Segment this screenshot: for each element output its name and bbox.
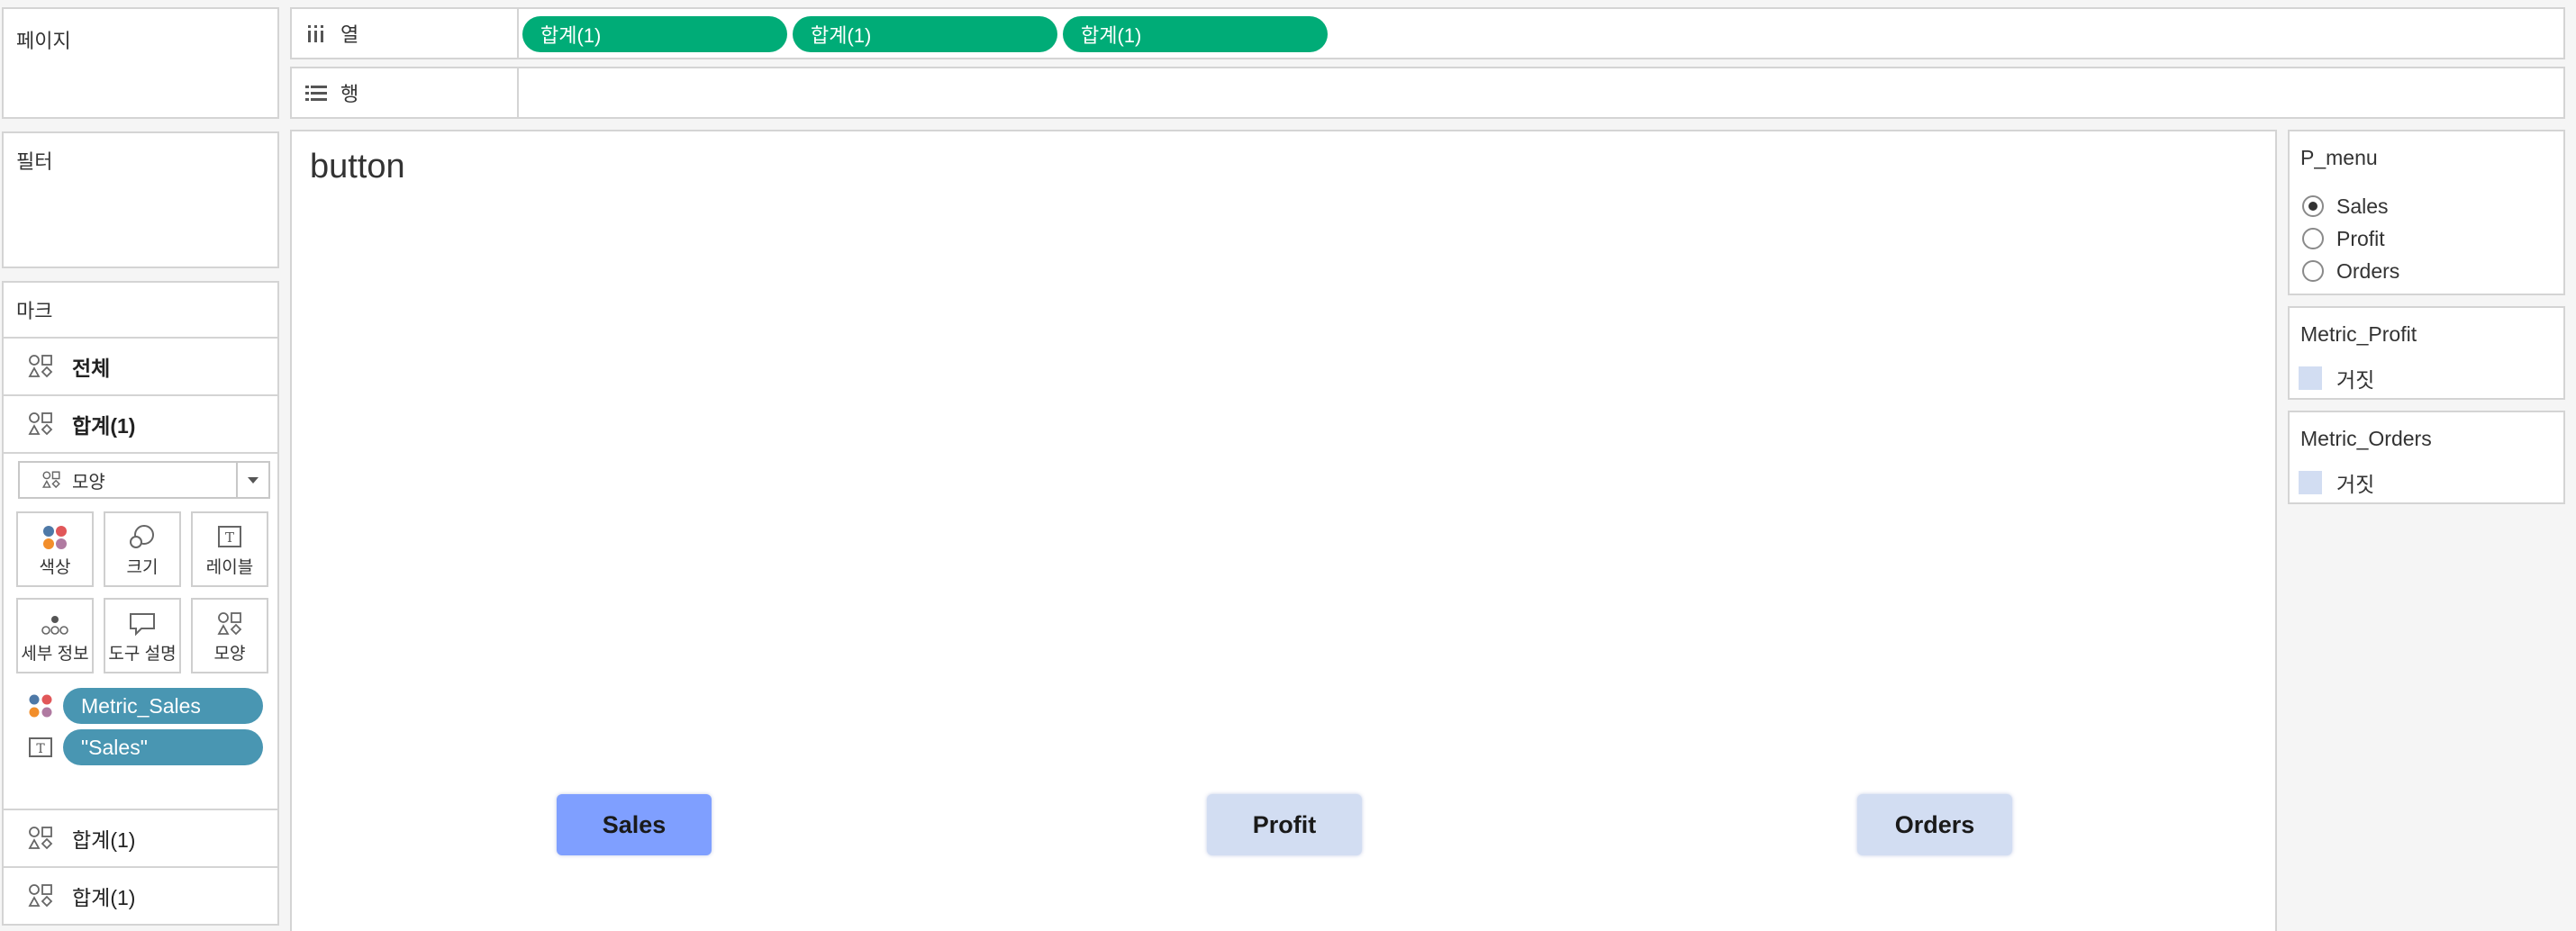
color-field-row: Metric_Sales (27, 688, 263, 724)
radio-button-selected[interactable] (2302, 195, 2324, 217)
label-field-row: T "Sales" (27, 729, 263, 765)
p-menu-title: P_menu (2300, 146, 2378, 169)
radio-button[interactable] (2302, 260, 2324, 282)
color-dots-icon (29, 694, 52, 718)
marks-row-all-label: 전체 (72, 357, 111, 380)
radio-profit-label: Profit (2336, 226, 2385, 250)
shape-mark-icon (28, 884, 53, 908)
pages-panel[interactable]: 페이지 (2, 7, 279, 119)
columns-icon (304, 23, 328, 43)
tooltip-encoding-label: 도구 설명 (108, 645, 177, 664)
marks-row-sum-1[interactable]: 합계(1) (4, 394, 277, 452)
text-label-icon: T (29, 737, 52, 757)
detail-dots-icon (41, 616, 68, 635)
metric-profit-legend[interactable]: Metric_Profit 거짓 (2288, 306, 2565, 400)
profit-button[interactable]: Profit (1207, 794, 1362, 855)
column-pill-2[interactable]: 합계(1) (793, 16, 1057, 52)
columns-label-text: 열 (340, 23, 359, 46)
size-encoding-button[interactable]: 크기 (104, 511, 181, 587)
radio-orders[interactable]: Orders (2302, 258, 2399, 285)
metric-orders-legend-item[interactable]: 거짓 (2291, 465, 2562, 501)
pages-panel-title: 페이지 (16, 30, 71, 52)
sales-text-pill[interactable]: "Sales" (63, 729, 263, 765)
radio-button[interactable] (2302, 228, 2324, 249)
marks-row-sum-1-label: 합계(1) (72, 414, 136, 438)
filters-panel[interactable]: 필터 (2, 131, 279, 268)
shape-mark-icon (28, 355, 53, 378)
shape-encoding-label: 모양 (213, 645, 246, 664)
sales-button[interactable]: Sales (557, 794, 712, 855)
view-canvas[interactable]: button Sales Profit Orders (290, 130, 2277, 931)
label-encoding-label: 레이블 (205, 558, 254, 577)
detail-encoding-label: 세부 정보 (21, 645, 89, 664)
marks-card: 마크 전체 합계(1) 모양 색상 크기 T 레이블 세부 정보 도구 설명 모… (2, 281, 279, 926)
marks-row-sum-3[interactable]: 합계(1) (4, 866, 277, 924)
marks-row-sum-3-label: 합계(1) (72, 886, 136, 909)
tooltip-icon (130, 613, 155, 637)
p-menu-parameter: P_menu Sales Profit Orders (2288, 130, 2565, 295)
color-encoding-button[interactable]: 색상 (16, 511, 94, 587)
chevron-down-icon[interactable] (236, 463, 268, 497)
color-dots-icon (43, 526, 67, 549)
rows-icon (304, 83, 328, 103)
shape-mark-icon (41, 471, 60, 489)
size-icon (130, 525, 154, 548)
text-label-icon: T (218, 526, 241, 547)
metric-profit-legend-label: 거짓 (2336, 368, 2375, 392)
marks-detail-area (4, 452, 277, 454)
marks-card-title: 마크 (16, 300, 53, 322)
rows-label-text: 행 (340, 83, 359, 105)
shape-encoding-button[interactable]: 모양 (191, 598, 268, 673)
shape-mark-icon (28, 412, 53, 436)
legend-swatch (2299, 471, 2322, 494)
metric-profit-legend-title: Metric_Profit (2300, 322, 2417, 346)
radio-profit[interactable]: Profit (2302, 225, 2385, 252)
metric-orders-legend-title: Metric_Orders (2300, 427, 2432, 450)
filters-panel-title: 필터 (16, 150, 53, 173)
detail-encoding-button[interactable]: 세부 정보 (16, 598, 94, 673)
svg-text:T: T (36, 742, 45, 756)
label-encoding-button[interactable]: T 레이블 (191, 511, 268, 587)
size-encoding-label: 크기 (126, 558, 159, 577)
rows-shelf-label: 행 (292, 68, 519, 117)
radio-orders-label: Orders (2336, 258, 2400, 283)
columns-shelf[interactable]: 열 합계(1) 합계(1) 합계(1) (290, 7, 2565, 59)
shape-mark-icon (28, 827, 53, 850)
marks-row-all[interactable]: 전체 (4, 337, 277, 394)
columns-shelf-label: 열 (292, 9, 519, 58)
mark-type-value: 모양 (72, 472, 105, 493)
tooltip-encoding-button[interactable]: 도구 설명 (104, 598, 181, 673)
radio-sales[interactable]: Sales (2302, 193, 2389, 220)
orders-button[interactable]: Orders (1857, 794, 2012, 855)
column-pill-3[interactable]: 합계(1) (1063, 16, 1328, 52)
mark-type-dropdown[interactable]: 모양 (18, 461, 270, 499)
radio-sales-label: Sales (2336, 194, 2389, 218)
column-pill-1[interactable]: 합계(1) (522, 16, 787, 52)
metric-orders-legend-label: 거짓 (2336, 473, 2375, 496)
rows-shelf[interactable]: 행 (290, 67, 2565, 119)
svg-text:T: T (225, 529, 234, 546)
shape-mark-icon (217, 612, 242, 636)
marks-row-sum-2-label: 합계(1) (72, 828, 136, 852)
legend-swatch (2299, 366, 2322, 390)
metric-orders-legend[interactable]: Metric_Orders 거짓 (2288, 411, 2565, 504)
metric-sales-pill[interactable]: Metric_Sales (63, 688, 263, 724)
color-encoding-label: 색상 (39, 558, 71, 577)
marks-row-sum-2[interactable]: 합계(1) (4, 809, 277, 866)
view-title: button (310, 148, 405, 185)
metric-profit-legend-item[interactable]: 거짓 (2291, 360, 2562, 396)
